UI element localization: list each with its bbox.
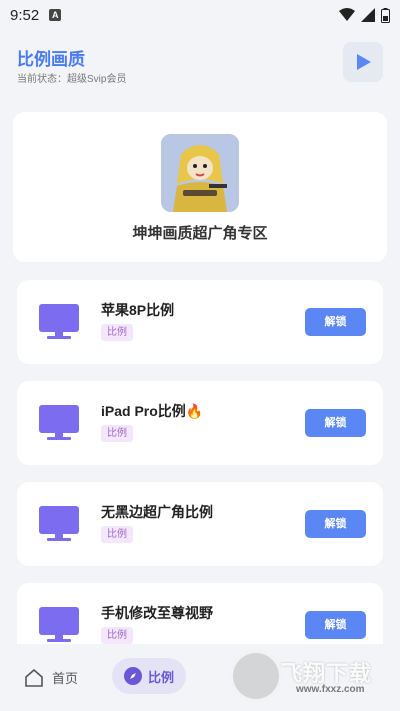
item-tag: 比例 xyxy=(101,324,133,341)
list-item[interactable]: iPad Pro比例🔥 比例 解锁 xyxy=(17,381,383,465)
monitor-icon xyxy=(39,304,79,339)
unlock-button[interactable]: 解锁 xyxy=(305,409,366,437)
list-item[interactable]: 无黑边超广角比例 比例 解锁 xyxy=(17,482,383,566)
unlock-button[interactable]: 解锁 xyxy=(305,510,366,538)
membership-status: 当前状态：超级Svip会员 xyxy=(17,74,127,85)
unlock-button[interactable]: 解锁 xyxy=(305,308,366,336)
item-name: 手机修改至尊视野 xyxy=(101,605,213,621)
status-bar: 9:52 A xyxy=(0,0,400,30)
app-header: 比例画质 当前状态：超级Svip会员 xyxy=(0,30,400,98)
character-avatar xyxy=(161,134,239,212)
home-icon xyxy=(25,668,43,687)
monitor-icon xyxy=(39,607,79,642)
list-item[interactable]: 手机修改至尊视野 比例 解锁 xyxy=(17,583,383,644)
monitor-icon xyxy=(39,405,79,440)
play-button[interactable] xyxy=(343,42,383,82)
status-icons xyxy=(339,7,390,23)
wifi-icon xyxy=(339,8,355,21)
status-time: 9:52 xyxy=(10,6,40,24)
compass-icon xyxy=(124,667,142,685)
nav-home-label: 首页 xyxy=(52,671,79,686)
nav-ratio[interactable]: 比例 xyxy=(112,658,187,694)
monitor-icon xyxy=(39,506,79,541)
hero-title: 坤坤画质超广角专区 xyxy=(132,225,268,242)
item-name: 无黑边超广角比例 xyxy=(101,504,213,520)
hero-card[interactable]: 坤坤画质超广角专区 xyxy=(13,112,387,262)
watermark-url: www.fxxz.com xyxy=(296,684,365,695)
play-icon xyxy=(357,54,371,70)
page-title: 比例画质 xyxy=(17,50,85,69)
list-item[interactable]: 苹果8P比例 比例 解锁 xyxy=(17,280,383,364)
item-tag: 比例 xyxy=(101,526,133,543)
item-name: iPad Pro比例🔥 xyxy=(101,403,204,419)
watermark-logo-icon xyxy=(230,650,282,702)
watermark: 飞翔下载 www.fxxz.com xyxy=(226,650,396,706)
item-tag: 比例 xyxy=(101,425,133,442)
battery-icon xyxy=(381,7,390,23)
signal-icon xyxy=(361,8,375,22)
item-tag: 比例 xyxy=(101,627,133,644)
nav-ratio-label: 比例 xyxy=(148,669,175,685)
unlock-button[interactable]: 解锁 xyxy=(305,611,366,639)
notification-badge-icon: A xyxy=(49,9,62,21)
nav-home[interactable]: 首页 xyxy=(24,668,78,687)
item-name: 苹果8P比例 xyxy=(101,302,175,318)
